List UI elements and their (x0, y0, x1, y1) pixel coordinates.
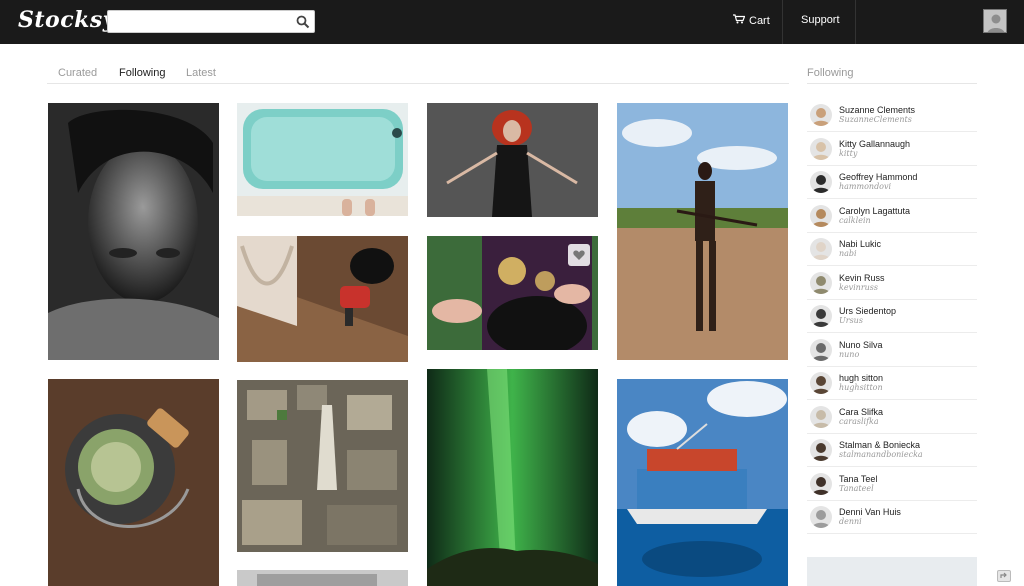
following-user-item[interactable]: Kevin Russ kevinruss (807, 267, 977, 300)
top-navigation-bar: Stocksy Cart Support (0, 0, 1024, 44)
following-user-item[interactable]: Nabi Lukic nabi (807, 233, 977, 266)
following-user-item[interactable]: Carolyn Lagattuta calklein (807, 200, 977, 233)
user-avatar[interactable] (810, 338, 832, 361)
following-user-handle: stalmanandboniecka (839, 450, 923, 459)
photo-cactus-pot[interactable] (48, 379, 219, 586)
following-user-name[interactable]: Stalman & Boniecka (839, 440, 920, 450)
user-avatar[interactable] (810, 439, 832, 461)
following-user-handle: hughsitton (839, 383, 883, 392)
support-link[interactable]: Support (801, 14, 840, 26)
following-user-handle: calklein (839, 215, 871, 225)
feed-tabs: Curated Following Latest (47, 64, 789, 84)
photo-partial[interactable] (237, 570, 408, 586)
following-user-handle: kitty (839, 148, 858, 158)
user-avatar[interactable] (810, 506, 832, 528)
following-user-name[interactable]: Nabi Lukic (839, 239, 881, 249)
photo-redhead-woman[interactable] (427, 103, 598, 217)
user-avatar[interactable] (810, 204, 832, 227)
following-user-item[interactable]: Denni Van Huis denni (807, 501, 977, 534)
following-user-name[interactable]: Tana Teel (839, 474, 877, 484)
cart-label: Cart (749, 14, 770, 27)
following-user-handle: Tanateel (839, 483, 874, 493)
search-input[interactable] (108, 11, 292, 32)
following-user-item[interactable]: Cara Slifka caraslifka (807, 401, 977, 434)
cart-link[interactable]: Cart (733, 14, 770, 27)
photo-man-with-gun[interactable] (617, 103, 788, 360)
following-sidebar-title: Following (807, 67, 854, 79)
heart-icon (573, 250, 585, 260)
following-user-item[interactable]: Geoffrey Hammond hammondovi (807, 166, 977, 199)
following-user-name[interactable]: Denni Van Huis (839, 507, 901, 517)
search-box (107, 10, 315, 33)
following-user-item[interactable]: hugh sitton hughsitton (807, 367, 977, 400)
following-user-item[interactable]: Tana Teel Tanateel (807, 468, 977, 501)
user-avatar[interactable] (810, 372, 832, 394)
tab-curated[interactable]: Curated (58, 67, 97, 79)
tab-latest[interactable]: Latest (186, 67, 216, 79)
following-user-handle: Ursus (839, 316, 863, 325)
photo-aurora[interactable] (427, 369, 598, 586)
user-avatar[interactable] (810, 305, 832, 327)
share-icon[interactable] (997, 569, 1011, 582)
following-user-handle: caraslifka (839, 416, 879, 426)
user-avatar[interactable] (810, 171, 832, 193)
sidebar-divider (807, 83, 977, 84)
user-avatar[interactable] (983, 9, 1007, 33)
following-user-name[interactable]: Kevin Russ (839, 273, 885, 283)
search-icon[interactable] (295, 14, 311, 30)
following-user-handle: SuzanneClements (839, 115, 912, 124)
following-user-handle: nuno (839, 349, 860, 359)
following-user-item[interactable]: Suzanne Clements SuzanneClements (807, 99, 977, 132)
user-avatar[interactable] (810, 104, 832, 126)
user-avatar[interactable] (810, 137, 832, 160)
user-avatar[interactable] (810, 405, 832, 428)
photo-child-on-deck[interactable] (237, 236, 408, 362)
following-user-name[interactable]: hugh sitton (839, 373, 883, 383)
user-avatar[interactable] (810, 238, 832, 260)
following-user-handle: kevinruss (839, 282, 878, 292)
user-avatar[interactable] (810, 472, 832, 495)
following-user-name[interactable]: Carolyn Lagattuta (839, 206, 910, 216)
following-user-handle: hammondovi (839, 182, 892, 191)
stocksy-logo[interactable]: Stocksy (18, 7, 116, 33)
photo-portrait-woman[interactable] (48, 103, 219, 360)
following-user-handle: nabi (839, 249, 857, 258)
tab-following[interactable]: Following (119, 67, 165, 79)
following-user-name[interactable]: Urs Siedentop (839, 306, 896, 316)
favorite-button[interactable] (568, 244, 590, 266)
following-user-item[interactable]: Nuno Silva nuno (807, 334, 977, 367)
following-user-name[interactable]: Nuno Silva (839, 340, 883, 350)
following-user-name[interactable]: Cara Slifka (839, 407, 883, 417)
cart-icon (733, 14, 746, 27)
following-user-name[interactable]: Kitty Gallannaugh (839, 139, 910, 149)
photo-sparklers[interactable] (427, 236, 598, 350)
following-user-name[interactable]: Geoffrey Hammond (839, 172, 917, 182)
following-user-handle: denni (839, 517, 862, 526)
following-user-name[interactable]: Suzanne Clements (839, 105, 915, 115)
photo-city-aerial[interactable] (237, 380, 408, 552)
photo-boat-underwater[interactable] (617, 379, 788, 586)
following-user-item[interactable]: Kitty Gallannaugh kitty (807, 133, 977, 166)
nav-divider (782, 0, 783, 44)
following-user-item[interactable]: Stalman & Boniecka stalmanandboniecka (807, 434, 977, 467)
photo-bathtub[interactable] (237, 103, 408, 216)
user-avatar[interactable] (810, 271, 832, 294)
sidebar-card[interactable] (807, 557, 977, 586)
following-user-item[interactable]: Urs Siedentop Ursus (807, 300, 977, 333)
nav-divider (855, 0, 856, 44)
